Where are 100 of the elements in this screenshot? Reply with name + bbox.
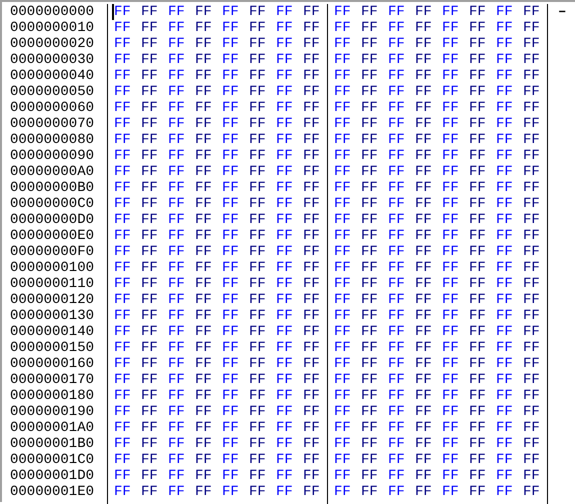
- hex-byte: FF: [441, 308, 459, 324]
- hex-byte: FF: [495, 228, 513, 244]
- hex-byte: FF: [333, 52, 351, 68]
- offset-label: 0000000050: [10, 84, 94, 100]
- hex-byte: FF: [248, 132, 266, 148]
- hex-byte: FF: [194, 452, 212, 468]
- hex-byte: FF: [441, 100, 459, 116]
- hex-byte: FF: [194, 356, 212, 372]
- hex-byte: FF: [414, 228, 432, 244]
- hex-byte: FF: [522, 84, 540, 100]
- ascii-text: –: [558, 4, 566, 20]
- hex-byte: FF: [333, 452, 351, 468]
- hex-byte: FF: [221, 484, 239, 500]
- hex-byte: FF: [167, 244, 185, 260]
- hex-byte: FF: [414, 468, 432, 484]
- hex-byte: FF: [167, 356, 185, 372]
- hex-byte: FF: [387, 308, 405, 324]
- hex-byte: FF: [387, 260, 405, 276]
- hex-byte: FF: [495, 148, 513, 164]
- hex-byte: FF: [468, 116, 486, 132]
- hex-byte: FF: [113, 20, 131, 36]
- hex-byte: FF: [522, 372, 540, 388]
- hex-byte: FF: [113, 420, 131, 436]
- hex-byte: FF: [194, 468, 212, 484]
- hex-byte: FF: [140, 196, 158, 212]
- offset-label: 00000001C0: [10, 452, 94, 468]
- hex-byte: FF: [167, 468, 185, 484]
- hex-byte: FF: [495, 260, 513, 276]
- hex-byte: FF: [248, 36, 266, 52]
- hex-byte: FF: [468, 228, 486, 244]
- hex-byte: FF: [468, 484, 486, 500]
- hex-byte: FF: [302, 452, 320, 468]
- offset-label: 00000000A0: [10, 164, 94, 180]
- hex-byte: FF: [221, 308, 239, 324]
- hex-byte: FF: [248, 20, 266, 36]
- hex-byte: FF: [333, 260, 351, 276]
- hex-byte: FF: [468, 308, 486, 324]
- hex-byte: FF: [468, 180, 486, 196]
- hex-byte: FF: [495, 52, 513, 68]
- hex-byte: FF: [441, 388, 459, 404]
- hex-byte: FF: [468, 276, 486, 292]
- hex-byte: FF: [113, 100, 131, 116]
- hex-byte: FF: [468, 404, 486, 420]
- hex-byte: FF: [194, 420, 212, 436]
- hex-byte: FF: [414, 340, 432, 356]
- hex-byte: FF: [333, 148, 351, 164]
- hex-byte: FF: [468, 164, 486, 180]
- hex-byte: FF: [495, 212, 513, 228]
- hex-byte: FF: [194, 244, 212, 260]
- hex-byte: FF: [522, 436, 540, 452]
- hex-byte: FF: [275, 388, 293, 404]
- hex-byte: FF: [522, 324, 540, 340]
- hex-byte: FF: [441, 180, 459, 196]
- hex-byte: FF: [414, 116, 432, 132]
- hex-byte: FF: [248, 324, 266, 340]
- hex-byte: FF: [468, 388, 486, 404]
- hex-byte: FF: [113, 116, 131, 132]
- hex-byte: FF: [495, 468, 513, 484]
- hex-byte: FF: [140, 308, 158, 324]
- hex-byte: FF: [414, 308, 432, 324]
- offset-label: 0000000000: [10, 4, 94, 20]
- hex-byte: FF: [194, 292, 212, 308]
- hex-byte: FF: [140, 468, 158, 484]
- hex-byte: FF: [387, 244, 405, 260]
- hex-byte: FF: [248, 372, 266, 388]
- hex-byte: FF: [221, 340, 239, 356]
- hex-byte: FF: [140, 340, 158, 356]
- offset-label: 00000001E0: [10, 484, 94, 500]
- hex-byte: FF: [414, 436, 432, 452]
- hex-byte: FF: [360, 84, 378, 100]
- hex-byte: FF: [302, 228, 320, 244]
- hex-byte: FF: [414, 420, 432, 436]
- hex-byte: FF: [522, 292, 540, 308]
- hex-byte: FF: [333, 116, 351, 132]
- hex-byte: FF: [468, 468, 486, 484]
- hex-byte: FF: [522, 116, 540, 132]
- hex-byte: FF: [414, 372, 432, 388]
- hex-byte: FF: [387, 420, 405, 436]
- hex-byte: FF: [387, 452, 405, 468]
- hex-byte: FF: [275, 276, 293, 292]
- hex-byte: FF: [495, 164, 513, 180]
- hex-byte: FF: [221, 436, 239, 452]
- hex-byte: FF: [360, 388, 378, 404]
- hex-byte: FF: [495, 452, 513, 468]
- hex-byte: FF: [333, 292, 351, 308]
- offset-label: 0000000140: [10, 324, 94, 340]
- hex-byte: FF: [387, 116, 405, 132]
- hex-byte: FF: [441, 484, 459, 500]
- hex-byte: FF: [248, 212, 266, 228]
- hex-byte: FF: [441, 84, 459, 100]
- hex-byte: FF: [140, 212, 158, 228]
- hex-byte: FF: [360, 404, 378, 420]
- hex-byte: FF: [414, 164, 432, 180]
- hex-byte: FF: [302, 36, 320, 52]
- hex-byte: FF: [248, 164, 266, 180]
- hex-byte: FF: [468, 4, 486, 20]
- hex-byte: FF: [387, 324, 405, 340]
- offset-label: 00000001D0: [10, 468, 94, 484]
- hex-byte: FF: [140, 20, 158, 36]
- hex-byte: FF: [414, 388, 432, 404]
